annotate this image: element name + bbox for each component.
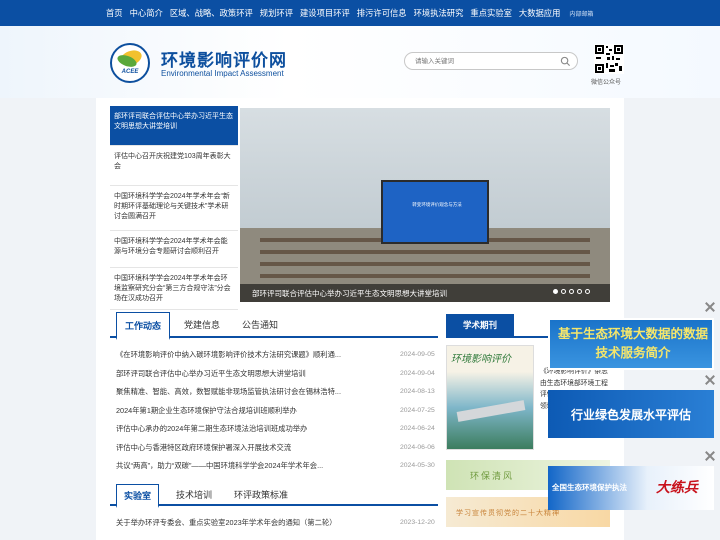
tab-announcements[interactable]: 公告通知 [242, 312, 278, 338]
green-development-ad[interactable]: 行业绿色发展水平评估 [548, 390, 714, 438]
carousel-caption[interactable]: 部环评司联合评估中心举办习近平生态文明思想大讲堂培训 [252, 288, 447, 299]
qr-label: 微信公众号 [591, 80, 622, 86]
headline-list: 部环评司联合评估中心举办习近平生态文明思想大讲堂培训 评估中心召开庆祝建党103… [110, 106, 238, 310]
lab-news-list: 关于举办环评专委会、重点实验室2023年学术年会的通知（第二轮） 2023-12-… [110, 514, 438, 533]
headline-item[interactable]: 评估中心召开庆祝建党103周年表彰大会 [110, 146, 238, 186]
news-title[interactable]: 共议“两高”，助力“双碳”——中国环境科学学会2024年学术年会... [116, 457, 366, 475]
news-date: 2024-08-13 [400, 388, 435, 395]
screen-text: 转变环境评价观念与方法 [412, 202, 462, 207]
journal-cover-dam [456, 400, 526, 422]
nav-item-home[interactable]: 首页 [106, 7, 123, 19]
carousel-dot[interactable] [553, 289, 558, 294]
news-date: 2023-12-20 [400, 519, 435, 526]
qr-code-icon [594, 44, 624, 74]
tab-policy-standards[interactable]: 环评政策标准 [234, 484, 288, 506]
top-nav-items: 首页 中心简介 区域、战略、政策环评 规划环评 建设项目环评 排污许可信息 环境… [106, 0, 600, 26]
news-title[interactable]: 评估中心与香港特区政府环境保护署深入开展技术交流 [116, 439, 366, 457]
news-title[interactable]: 聚焦精准、智能、高效，数智赋能非现场监管执法研讨会在锡林浩特... [116, 383, 366, 401]
journal-cover[interactable]: 环境影响评价 [446, 345, 534, 450]
search-box [404, 52, 578, 70]
lab-tabs: 实验室 技术培训 环评政策标准 [110, 484, 438, 508]
carousel-dot[interactable] [577, 289, 582, 294]
headline-item[interactable]: 中国环境科学学会2024年学术年会能源与环境分会专题研讨会顺利召开 [110, 231, 238, 268]
news-date: 2024-06-24 [400, 425, 435, 432]
tab-lab[interactable]: 实验室 [116, 484, 160, 508]
news-title[interactable]: 2024年第1期企业生态环境保护守法合规培训班顺利举办 [116, 402, 366, 420]
top-nav: 首页 中心简介 区域、战略、政策环评 规划环评 建设项目环评 排污许可信息 环境… [0, 0, 720, 26]
carousel-dots [553, 289, 593, 294]
nav-item-permit[interactable]: 排污许可信息 [357, 7, 407, 19]
search-input[interactable] [415, 56, 555, 67]
news-date: 2024-09-04 [400, 369, 435, 377]
carousel-photo-audience [260, 238, 590, 278]
news-date: 2024-09-05 [400, 351, 435, 358]
list-item[interactable]: 聚焦精准、智能、高效，数智赋能非现场监管执法研讨会在锡林浩特... 2024-08… [110, 383, 438, 402]
ad-text: 行业绿色发展水平评估 [570, 408, 691, 422]
nav-item-enforcement[interactable]: 环境执法研究 [414, 7, 464, 19]
banner-text: 学习宣传贯彻党的二十大精神 [456, 510, 560, 517]
list-item[interactable]: 评估中心承办的2024年第二期生态环境法治培训班成功举办 2024-06-24 [110, 420, 438, 439]
enforcement-drill-ad[interactable]: 全国生态环境保护执法 大练兵 [548, 466, 714, 510]
journal-cover-title: 环境影响评价 [451, 354, 511, 365]
list-item[interactable]: 关于举办环评专委会、重点实验室2023年学术年会的通知（第二轮） 2023-12-… [110, 514, 438, 533]
site-subtitle: Environmental Impact Assessment [161, 69, 284, 78]
list-item[interactable]: 《在环境影响评价中纳入碳环境影响评价技术方法研究课题》顺利通... 2024-09… [110, 346, 438, 365]
news-list: 《在环境影响评价中纳入碳环境影响评价技术方法研究课题》顺利通... 2024-09… [110, 346, 438, 476]
carousel-dot[interactable] [569, 289, 574, 294]
close-icon[interactable] [704, 450, 716, 462]
news-tabs: 工作动态 党建信息 公告通知 [110, 312, 438, 340]
news-title[interactable]: 评估中心承办的2024年第二期生态环境法治培训班成功举办 [116, 420, 366, 438]
nav-item-about[interactable]: 中心简介 [130, 7, 163, 19]
banner-text: 环保清风 [470, 471, 515, 481]
search-icon[interactable] [560, 56, 571, 67]
carousel-photo-screen: 转变环境评价观念与方法 [381, 180, 489, 244]
list-item[interactable]: 共议“两高”，助力“双碳”——中国环境科学学会2024年学术年会... 2024-… [110, 457, 438, 476]
logo-text: ACEE [121, 69, 139, 75]
news-date: 2024-07-25 [400, 406, 435, 414]
headline-item[interactable]: 中国环境科学学会2024年学术年会环境监察研究分会“第三方合规守法”分会场在汉成… [110, 268, 238, 310]
carousel-dot[interactable] [585, 289, 590, 294]
nav-item-lab[interactable]: 重点实验室 [470, 7, 512, 19]
ad-text-left: 全国生态环境保护执法 [552, 483, 627, 492]
headline-item[interactable]: 部环评司联合评估中心举办习近平生态文明思想大讲堂培训 [110, 106, 238, 146]
journal-heading[interactable]: 学术期刊 [446, 314, 514, 336]
headline-item[interactable]: 中国环境科学学会2024年学术年会“新时期环评基础理论与关键技术”学术研讨会圆满… [110, 186, 238, 231]
close-icon[interactable] [704, 301, 716, 313]
tab-training[interactable]: 技术培训 [176, 484, 212, 506]
news-title[interactable]: 部环评司联合评估中心举办习近平生态文明思想大讲堂培训 [116, 365, 366, 383]
news-title[interactable]: 《在环境影响评价中纳入碳环境影响评价技术方法研究课题》顺利通... [116, 346, 366, 364]
news-carousel[interactable]: 转变环境评价观念与方法 部环评司联合评估中心举办习近平生态文明思想大讲堂培训 [240, 108, 610, 302]
news-date: 2024-05-30 [400, 462, 435, 469]
list-item[interactable]: 部环评司联合评估中心举办习近平生态文明思想大讲堂培训 2024-09-04 [110, 365, 438, 384]
nav-item-strategy[interactable]: 区域、战略、政策环评 [170, 7, 253, 19]
tab-work-updates[interactable]: 工作动态 [116, 312, 171, 340]
nav-item-planning[interactable]: 规划环评 [260, 7, 293, 19]
ad-text: 基于生态环境大数据的数据技术服务简介 [558, 327, 709, 360]
nav-item-bigdata[interactable]: 大数据应用 [519, 7, 561, 19]
list-item[interactable]: 评估中心与香港特区政府环境保护署深入开展技术交流 2024-06-06 [110, 439, 438, 458]
site-logo[interactable]: ACEE [110, 43, 150, 83]
news-title[interactable]: 关于举办环评专委会、重点实验室2023年学术年会的通知（第二轮） [116, 514, 366, 532]
close-icon[interactable] [704, 374, 716, 386]
nav-item-project[interactable]: 建设项目环评 [300, 7, 350, 19]
tab-party-info[interactable]: 党建信息 [184, 312, 220, 338]
list-item[interactable]: 2024年第1期企业生态环境保护守法合规培训班顺利举办 2024-07-25 [110, 402, 438, 421]
site-title: 环境影响评价网 [161, 51, 287, 70]
news-date: 2024-06-06 [400, 443, 435, 451]
carousel-dot[interactable] [561, 289, 566, 294]
ad-text-right: 大练兵 [656, 480, 698, 496]
site-header: ACEE 环境影响评价网 Environmental Impact Assess… [0, 26, 720, 98]
bigdata-service-ad[interactable]: 基于生态环境大数据的数据技术服务简介 [548, 318, 714, 370]
nav-item-internal-mail[interactable]: 内部邮箱 [569, 9, 593, 18]
